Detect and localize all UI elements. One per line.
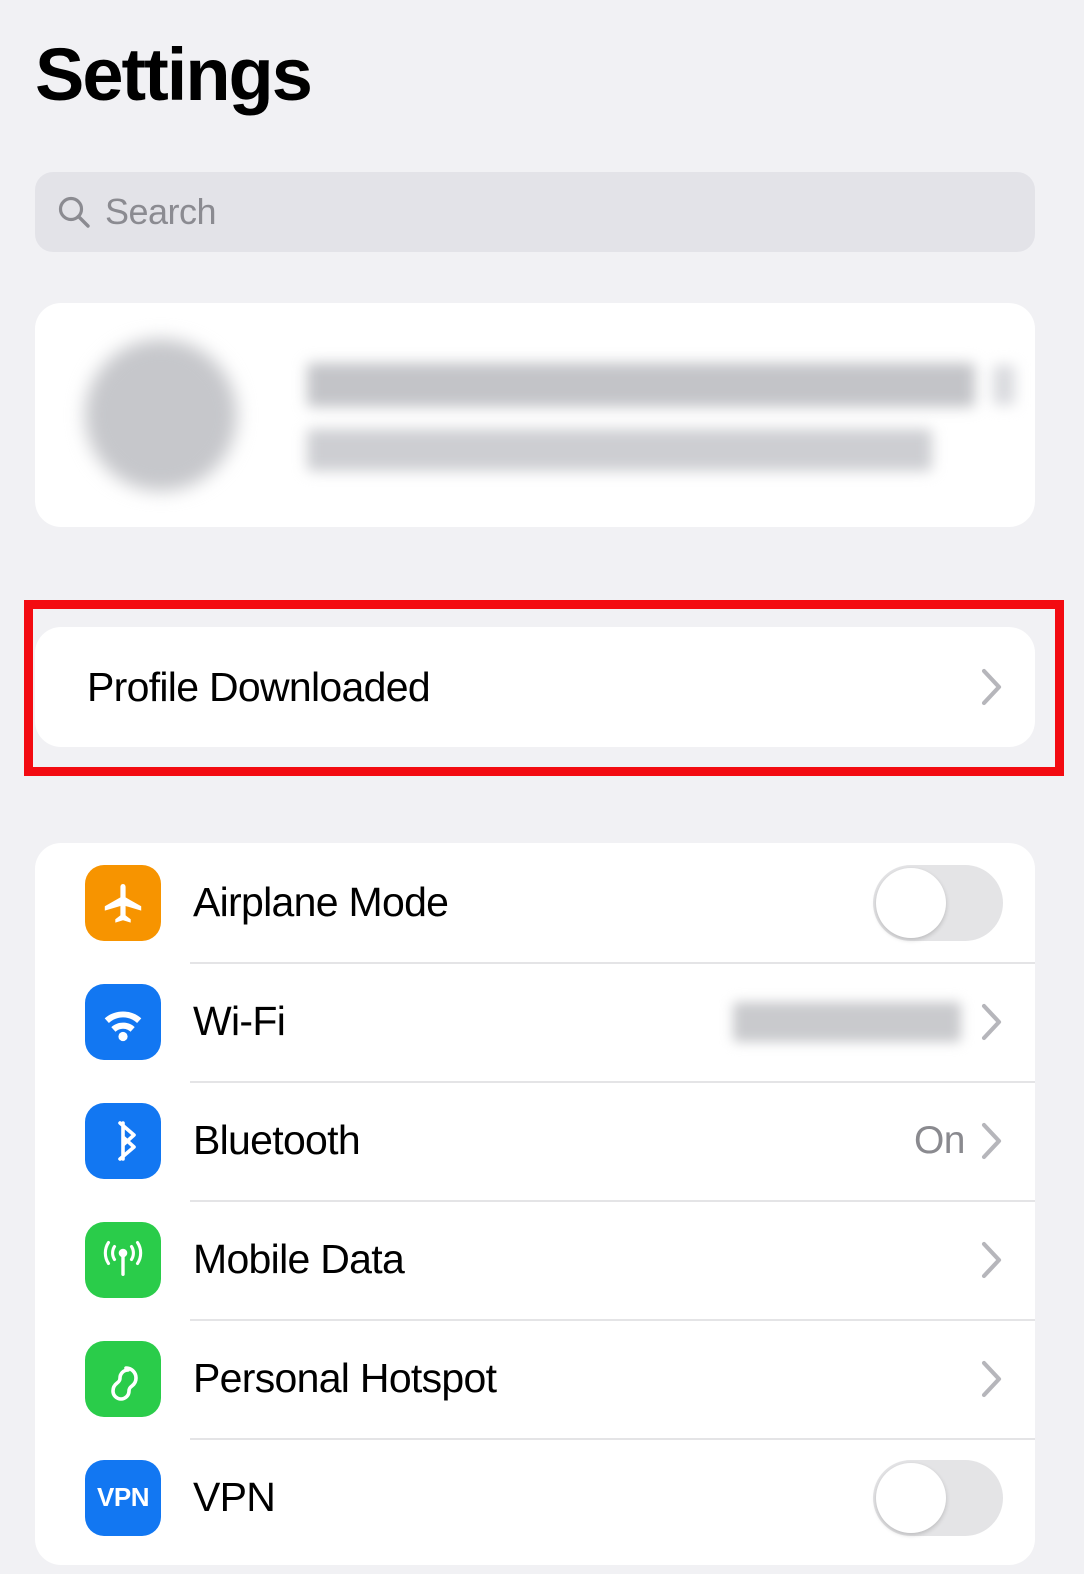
hotspot-icon (85, 1340, 161, 1417)
settings-row-airplane-mode[interactable]: Airplane Mode (35, 843, 1035, 962)
settings-row-wifi[interactable]: Wi-Fi (35, 962, 1035, 1081)
settings-row-label: Mobile Data (193, 1236, 405, 1282)
apple-id-profile-row[interactable] (35, 303, 1035, 527)
toggle-knob (876, 867, 946, 938)
connectivity-list: Airplane Mode Wi-Fi Bluetooth On Mobile … (35, 843, 1035, 1565)
chevron-right-icon (981, 668, 1003, 706)
settings-screen: Settings Search Profile Downloaded Airpl… (0, 0, 1084, 1574)
search-placeholder: Search (105, 191, 217, 232)
wifi-network-name-redacted (733, 1001, 961, 1042)
settings-row-label: Wi-Fi (193, 998, 286, 1044)
profile-subtitle-redacted (307, 429, 932, 471)
settings-row-label: Personal Hotspot (193, 1355, 497, 1401)
profile-downloaded-row[interactable]: Profile Downloaded (35, 627, 1035, 747)
airplane-icon (85, 864, 161, 941)
settings-row-label: Bluetooth (193, 1117, 361, 1163)
chevron-right-icon (981, 1241, 1003, 1279)
page-title: Settings (35, 33, 313, 116)
settings-row-personal-hotspot[interactable]: Personal Hotspot (35, 1319, 1035, 1438)
wifi-icon (85, 983, 161, 1060)
vpn-icon: VPN (85, 1459, 161, 1536)
bluetooth-status-value: On (913, 1118, 966, 1162)
bluetooth-icon (85, 1102, 161, 1179)
settings-row-vpn[interactable]: VPN VPN (35, 1438, 1035, 1557)
settings-row-label: Airplane Mode (193, 879, 449, 925)
chevron-right-icon (981, 1122, 1003, 1160)
settings-row-mobile-data[interactable]: Mobile Data (35, 1200, 1035, 1319)
settings-row-label: VPN (193, 1474, 276, 1520)
avatar (85, 339, 237, 491)
chevron-right-icon (981, 1003, 1003, 1041)
profile-name-redacted (307, 363, 975, 407)
chevron-right-icon (981, 1360, 1003, 1398)
airplane-mode-toggle[interactable] (873, 864, 1003, 941)
vpn-icon-label: VPN (97, 1482, 149, 1512)
cellular-icon (85, 1221, 161, 1298)
toggle-knob (876, 1462, 946, 1533)
settings-row-bluetooth[interactable]: Bluetooth On (35, 1081, 1035, 1200)
vpn-toggle[interactable] (873, 1459, 1003, 1536)
search-input[interactable]: Search (35, 172, 1035, 252)
profile-downloaded-label: Profile Downloaded (87, 663, 431, 710)
search-icon (57, 195, 91, 229)
profile-name-redacted-tail (993, 365, 1015, 405)
